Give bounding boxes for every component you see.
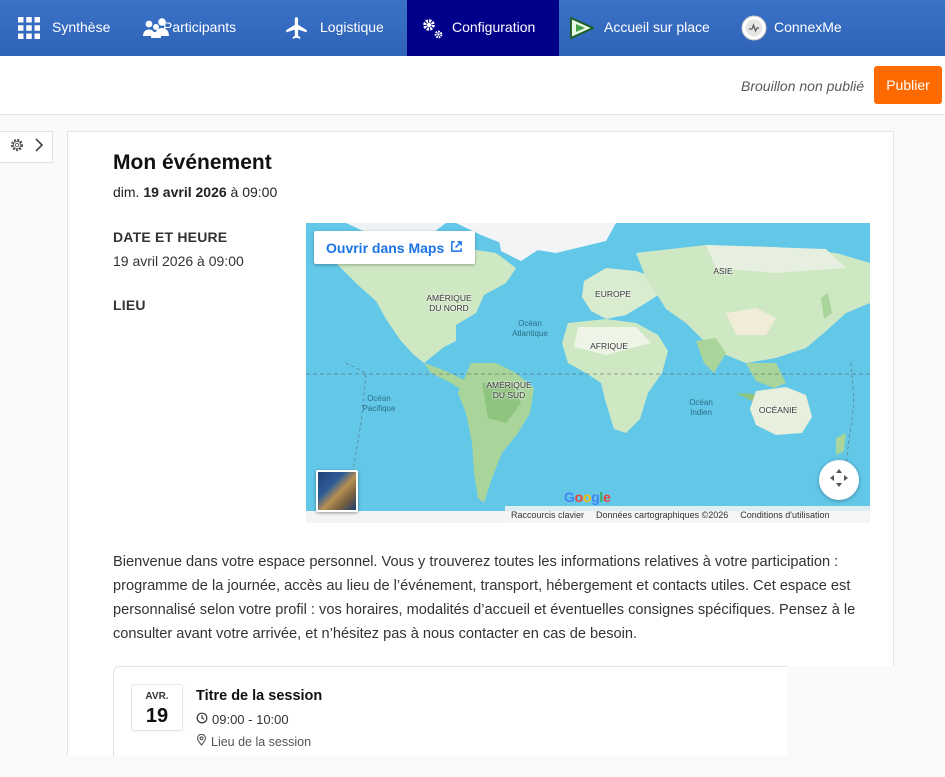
date-heading: DATE ET HEURE: [113, 229, 228, 245]
publish-button[interactable]: Publier: [874, 66, 942, 104]
place-heading: LIEU: [113, 297, 146, 313]
fullscreen-icon: [828, 467, 850, 494]
clock-icon: [196, 712, 208, 727]
nav-item-configuration[interactable]: Configuration: [407, 0, 559, 56]
session-date-badge: AVR. 19: [131, 684, 183, 731]
session-place-row: Lieu de la session: [196, 733, 312, 749]
chevron-right-icon: [34, 137, 44, 157]
airplane-icon: [283, 14, 311, 42]
map-label-south-america: AMÉRIQUE DU SUD: [486, 380, 532, 400]
open-in-maps-link[interactable]: Ouvrir dans Maps: [314, 231, 476, 264]
external-link-icon: [450, 240, 463, 256]
nav-item-accueil[interactable]: Accueil sur place: [559, 0, 729, 56]
session-day: 19: [145, 705, 169, 727]
event-datetime: dim. 19 avril 2026 à 09:00: [113, 184, 277, 200]
grid-icon: [15, 14, 43, 42]
event-date: 19 avril 2026: [143, 184, 227, 200]
map-label-pacific: Océan Pacifique: [362, 394, 396, 413]
draft-status-text: Brouillon non publié: [741, 78, 864, 94]
location-pin-icon: [196, 733, 207, 749]
session-title: Titre de la session: [196, 688, 323, 704]
play-ticket-icon: [568, 14, 596, 42]
map-label-indian: Océan Indien: [689, 398, 713, 417]
nav-item-synthese[interactable]: Synthèse: [0, 0, 125, 56]
map-label-europe: EUROPE: [595, 289, 631, 299]
keyboard-shortcuts-link[interactable]: Raccourcis clavier: [505, 510, 590, 520]
session-item[interactable]: AVR. 19 Titre de la session 09:00 - 10:0…: [113, 666, 869, 756]
nav-item-participants[interactable]: Participants: [125, 0, 266, 56]
session-time-row: 09:00 - 10:00: [196, 712, 289, 727]
map-attribution-bar: Raccourcis clavier Données cartographiqu…: [505, 506, 870, 523]
world-map-graphic: [306, 223, 870, 523]
open-in-maps-label: Ouvrir dans Maps: [326, 239, 445, 256]
map-label-africa: AFRIQUE: [590, 341, 628, 351]
nav-item-logistique[interactable]: Logistique: [266, 0, 407, 56]
settings-panel-toggle[interactable]: [0, 131, 53, 163]
page-header: Brouillon non publié Publier: [0, 56, 945, 115]
nav-label: Participants: [163, 19, 237, 35]
gears-icon: [418, 14, 446, 42]
map-label-asia: ASIE: [713, 266, 733, 276]
nav-item-connexme[interactable]: ConnexMe: [729, 0, 945, 56]
event-description: Bienvenue dans votre espace personnel. V…: [113, 554, 856, 642]
event-title: Mon événement: [113, 151, 272, 174]
connexme-logo-icon: [740, 14, 768, 42]
nav-label: Logistique: [320, 19, 384, 35]
satellite-view-toggle[interactable]: [316, 470, 358, 512]
event-preview-card: Mon événement dim. 19 avril 2026 à 09:00…: [67, 131, 894, 756]
google-logo: Google: [564, 489, 611, 505]
page-background-edge: [787, 666, 945, 777]
nav-label: Configuration: [452, 19, 536, 35]
terms-of-use-link[interactable]: Conditions d'utilisation: [734, 510, 835, 520]
nav-label: ConnexMe: [774, 19, 842, 35]
top-navigation: Synthèse Participants Logistique Configu…: [0, 0, 945, 56]
gear-icon: [8, 136, 26, 159]
location-map[interactable]: Ouvrir dans Maps AMÉRIQUE DU NORD AMÉRIQ…: [306, 223, 870, 523]
session-month: AVR.: [145, 691, 169, 702]
event-time: à 09:00: [230, 184, 278, 200]
date-value: 19 avril 2026 à 09:00: [113, 253, 244, 269]
map-fullscreen-button[interactable]: [819, 460, 859, 500]
nav-label: Synthèse: [52, 19, 111, 35]
session-time: 09:00 - 10:00: [212, 712, 289, 727]
map-label-north-america: AMÉRIQUE DU NORD: [426, 293, 472, 313]
session-place: Lieu de la session: [211, 734, 312, 749]
nav-label: Accueil sur place: [604, 19, 710, 35]
event-weekday: dim.: [113, 184, 140, 200]
map-label-atlantic: Océan Atlantique: [512, 319, 548, 338]
map-label-oceania: OCÉANIE: [758, 405, 798, 415]
map-data-attribution: Données cartographiques ©2026: [596, 509, 729, 520]
